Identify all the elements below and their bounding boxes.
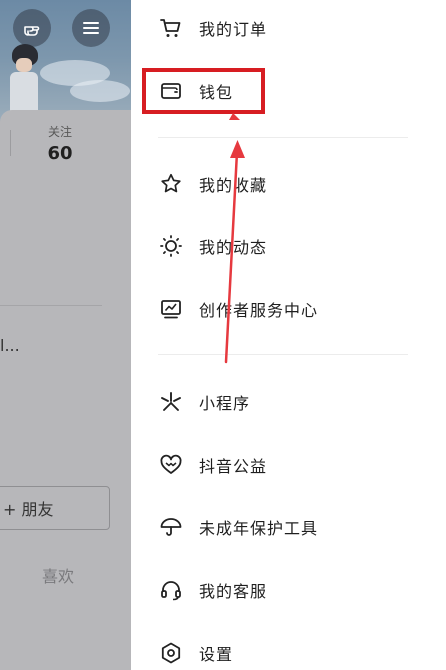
hamburger-icon: [83, 22, 99, 34]
menu-item-creator-center[interactable]: 创作者服务中心: [131, 289, 446, 329]
chart-icon: [157, 295, 185, 323]
settings-icon: [157, 639, 185, 667]
headset-icon: [157, 576, 185, 604]
menu-item-label: 小程序: [199, 394, 251, 413]
menu-item-label: 创作者服务中心: [199, 301, 319, 320]
background-divider: [0, 305, 102, 306]
menu-item-label: 我的订单: [199, 20, 268, 39]
menu-item-minor-protection[interactable]: 未成年保护工具: [131, 507, 446, 547]
add-friend-button[interactable]: + 朋友: [0, 486, 110, 530]
activity-icon: [157, 232, 185, 260]
tab-likes[interactable]: 喜欢: [36, 563, 80, 587]
cart-icon: [157, 14, 185, 42]
wallet-highlight-box: [142, 68, 265, 114]
menu-divider: [158, 137, 408, 138]
bio-text: l...: [0, 336, 20, 355]
menu-item-label: 我的客服: [199, 582, 268, 601]
menu-item-mini-programs[interactable]: 小程序: [131, 382, 446, 422]
menu-item-customer-service[interactable]: 我的客服: [131, 570, 446, 610]
menu-button[interactable]: [72, 9, 110, 47]
menu-item-orders[interactable]: 我的订单: [131, 8, 446, 48]
menu-item-settings[interactable]: 设置: [131, 633, 446, 670]
mini-program-icon: [157, 388, 185, 416]
follow-label: 关注: [47, 125, 72, 139]
menu-item-label: 抖音公益: [199, 457, 268, 476]
stats-divider: [10, 130, 11, 156]
menu-item-charity[interactable]: 抖音公益: [131, 445, 446, 485]
follow-count[interactable]: 60: [40, 143, 80, 164]
menu-divider: [158, 354, 408, 355]
menu-item-label: 我的收藏: [199, 176, 268, 195]
menu-item-label: 我的动态: [199, 238, 268, 257]
pointing-hand-button[interactable]: [13, 9, 51, 47]
menu-item-activity[interactable]: 我的动态: [131, 226, 446, 266]
star-icon: [157, 170, 185, 198]
umbrella-icon: [157, 513, 185, 541]
profile-background-overlay[interactable]: 关注 60 l... + 朋友 喜欢: [0, 0, 131, 670]
menu-item-favorites[interactable]: 我的收藏: [131, 164, 446, 204]
menu-item-label: 未成年保护工具: [199, 519, 319, 538]
menu-item-label: 设置: [199, 645, 234, 664]
pointing-hand-icon: [24, 26, 40, 36]
charity-heart-icon: [157, 451, 185, 479]
side-drawer: 我的订单 钱包 我的收藏 我的动态 创作者服务中心 小程序 抖音公益 未成年保护…: [131, 0, 446, 670]
